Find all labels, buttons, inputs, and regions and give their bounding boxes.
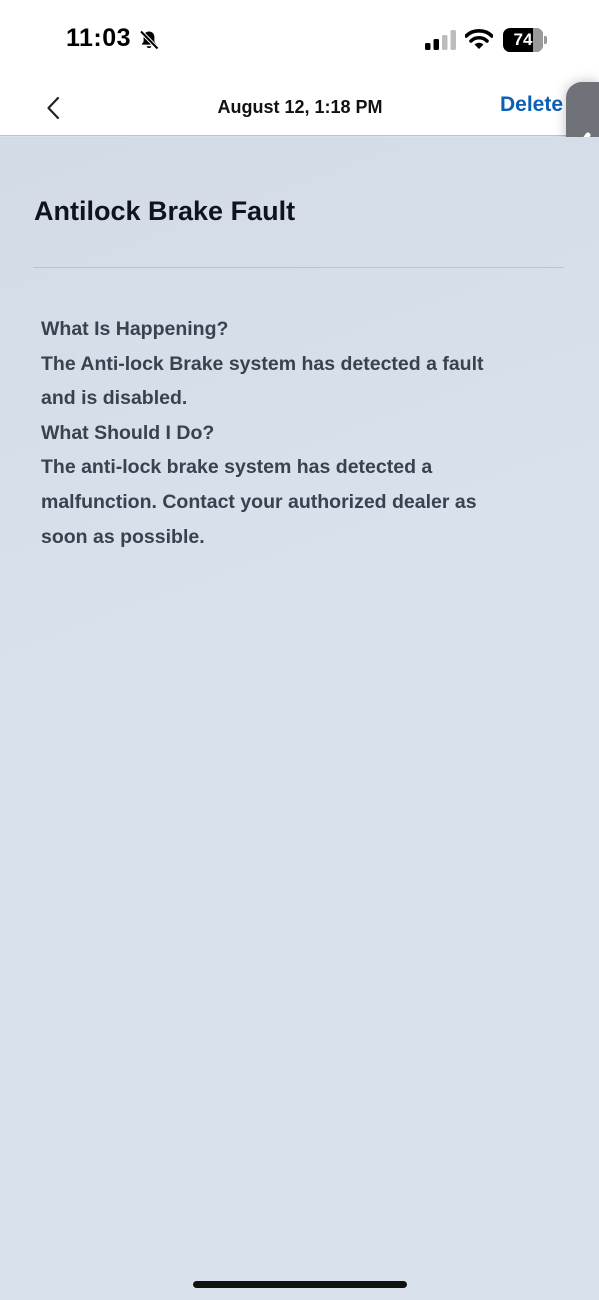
message-text: soon as possible. bbox=[41, 525, 205, 548]
delete-button[interactable]: Delete bbox=[500, 93, 563, 117]
nav-title: August 12, 1:18 PM bbox=[217, 97, 383, 117]
message-detail: Antilock Brake Fault What Is Happening? … bbox=[0, 137, 599, 1300]
page-title: Antilock Brake Fault bbox=[34, 196, 296, 226]
message-text: and is disabled. bbox=[41, 387, 188, 410]
cellular-signal-icon bbox=[425, 30, 457, 50]
battery-cap bbox=[544, 36, 547, 44]
home-indicator[interactable] bbox=[193, 1281, 407, 1288]
battery-level: 74 bbox=[513, 30, 533, 49]
divider bbox=[33, 267, 564, 268]
battery-body: 74 bbox=[503, 28, 543, 52]
battery-icon: 74 bbox=[503, 28, 547, 52]
message-heading: What Is Happening? bbox=[41, 318, 229, 340]
message-heading: What Should I Do? bbox=[41, 421, 215, 444]
chevron-left-icon bbox=[47, 96, 60, 120]
wifi-icon bbox=[464, 28, 494, 50]
back-button[interactable] bbox=[36, 88, 76, 128]
message-text: The Anti-lock Brake system has detected … bbox=[41, 352, 484, 375]
status-time: 11:03 bbox=[66, 24, 132, 52]
message-body: What Is Happening? The Anti-lock Brake s… bbox=[41, 312, 551, 554]
message-text: The anti-lock brake system has detected … bbox=[41, 456, 433, 479]
nav-bar: August 12, 1:18 PM Delete bbox=[0, 80, 599, 136]
status-bar: 11:03 74 bbox=[0, 0, 599, 80]
message-text: malfunction. Contact your authorized dea… bbox=[41, 490, 477, 513]
bell-slash-icon bbox=[138, 29, 160, 51]
